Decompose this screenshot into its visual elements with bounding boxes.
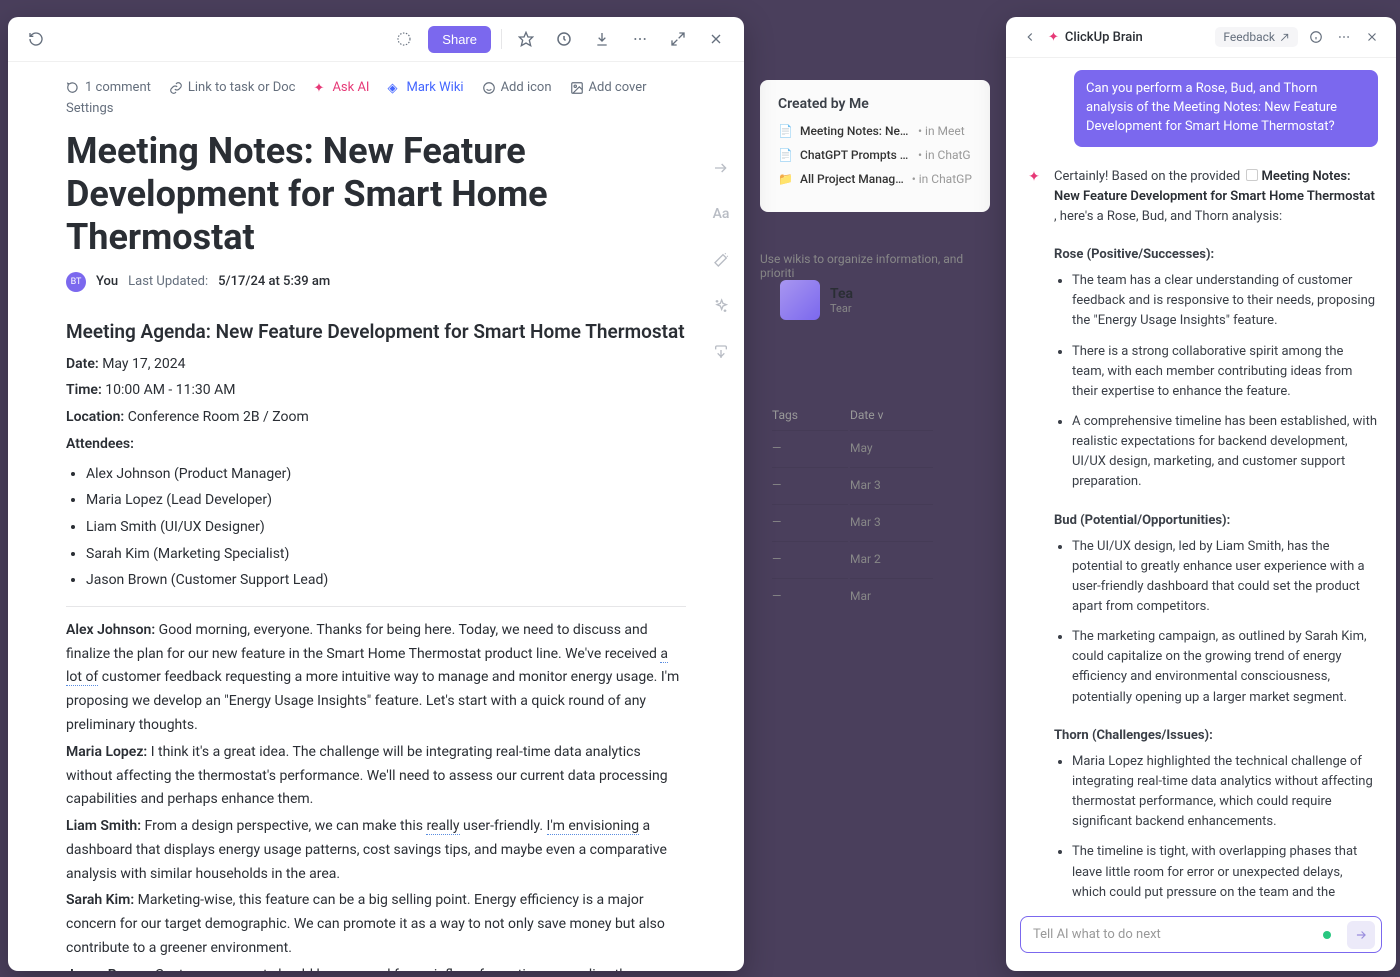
last-updated-label: Last Updated: [128,274,208,289]
list-item: The marketing campaign, as outlined by S… [1072,627,1378,708]
ai-title: ✦ ClickUp Brain [1048,30,1207,45]
list-item: The timeline is tight, with overlapping … [1072,842,1378,906]
close-icon[interactable] [702,25,730,53]
transcript-line: Sarah Kim: Marketing-wise, this feature … [66,889,686,960]
doc-toolbar: Share [8,17,744,62]
created-by-me-card: Created by Me 📄 Meeting Notes: New… • in… [760,80,990,212]
hero-thumbnail [780,280,820,320]
recent-doc-item[interactable]: 📄 Meeting Notes: New… • in Meet [778,124,972,138]
mark-wiki-button[interactable]: ◈ Mark Wiki [387,80,463,95]
ai-activity-icon[interactable] [390,25,418,53]
list-item: Maria Lopez highlighted the technical ch… [1072,752,1378,833]
more-icon[interactable] [626,25,654,53]
author-name: You [96,274,118,289]
transcript-line: Jason Brown: Customer support should be … [66,964,686,971]
attendee-item: Alex Johnson (Product Manager) [86,461,686,488]
created-by-me-title: Created by Me [778,96,972,112]
recent-doc-item[interactable]: 📁 All Project Manag… • in ChatGP [778,172,972,186]
ai-message: ✦ Certainly! Based on the provided Meeti… [1024,167,1378,906]
send-button[interactable] [1347,921,1375,949]
thorn-list: Maria Lopez highlighted the technical ch… [1072,752,1378,906]
avatar[interactable]: BT [66,272,86,292]
ai-header: ✦ ClickUp Brain Feedback [1006,17,1396,58]
doc-scroll[interactable]: 1 comment Link to task or Doc ✦ Ask AI ◈… [8,62,744,971]
sparkle-icon: ✦ [1028,169,1040,906]
ask-ai-button[interactable]: ✦ Ask AI [313,80,369,95]
smile-icon [482,81,496,95]
status-dot [1323,931,1331,939]
ai-input[interactable]: Tell AI what to do next [1020,916,1382,953]
back-icon[interactable] [1020,27,1040,47]
attendee-item: Sarah Kim (Marketing Specialist) [86,541,686,568]
transcript-line: Maria Lopez: I think it's a great idea. … [66,741,686,812]
ai-body[interactable]: Can you perform a Rose, Bud, and Thorn a… [1006,58,1396,906]
download-icon[interactable] [588,25,616,53]
list-item: The UI/UX design, led by Liam Smith, has… [1072,537,1378,618]
agenda-heading: Meeting Agenda: New Feature Development … [66,320,686,343]
document-panel: Share 1 comment Link to ta [8,17,744,971]
info-icon[interactable] [1306,27,1326,47]
sparkle-icon: ✦ [313,81,327,95]
transcript-line: Alex Johnson: Good morning, everyone. Th… [66,619,686,738]
comment-icon [66,81,80,95]
close-icon[interactable] [1362,27,1382,47]
add-cover-button[interactable]: Add cover [570,80,647,95]
add-icon-button[interactable]: Add icon [482,80,552,95]
background-workspace: Created by Me 📄 Meeting Notes: New… • in… [760,80,990,280]
more-icon[interactable] [1334,27,1354,47]
ai-input-wrap: Tell AI what to do next [1006,906,1396,971]
doc-body[interactable]: Meeting Agenda: New Feature Development … [66,320,686,971]
refresh-icon[interactable] [22,25,50,53]
doc-icon: 📄 [778,148,792,162]
link-task-button[interactable]: Link to task or Doc [169,80,296,95]
export-icon[interactable] [710,341,732,363]
user-message: Can you perform a Rose, Bud, and Thorn a… [1074,70,1378,147]
collapse-icon[interactable] [710,157,732,179]
settings-button[interactable]: Settings [66,101,113,116]
list-item: The team has a clear understanding of cu… [1072,271,1378,331]
bud-list: The UI/UX design, led by Liam Smith, has… [1072,537,1378,708]
doc-chip-icon [1246,169,1258,181]
divider [66,606,686,607]
comments-link[interactable]: 1 comment [66,80,151,95]
share-button[interactable]: Share [428,26,491,53]
transcript-line: Liam Smith: From a design perspective, w… [66,815,686,886]
background-hero: Tea Tear [780,270,980,330]
wiki-icon: ◈ [387,81,401,95]
rose-heading: Rose (Positive/Successes): [1054,245,1378,265]
thorn-heading: Thorn (Challenges/Issues): [1054,726,1378,746]
attendee-item: Jason Brown (Customer Support Lead) [86,567,686,594]
bud-heading: Bud (Potential/Opportunities): [1054,511,1378,531]
divider [501,29,502,49]
sparkle-icon: ✦ [1048,30,1059,45]
magic-wand-icon[interactable] [710,249,732,271]
enhance-icon[interactable] [710,295,732,317]
list-item: A comprehensive timeline has been establ… [1072,412,1378,493]
doc-meta-row: 1 comment Link to task or Doc ✦ Ask AI ◈… [66,80,686,95]
attendee-item: Maria Lopez (Lead Developer) [86,487,686,514]
link-icon [169,81,183,95]
attendees-list: Alex Johnson (Product Manager) Maria Lop… [86,461,686,594]
star-icon[interactable] [512,25,540,53]
ai-panel: ✦ ClickUp Brain Feedback Can you perform… [1006,17,1396,971]
rose-list: The team has a clear understanding of cu… [1072,271,1378,492]
author-row: BT You Last Updated: 5/17/24 at 5:39 am [66,272,686,292]
folder-icon: 📁 [778,172,792,186]
subscribe-icon[interactable] [550,25,578,53]
ai-input-placeholder: Tell AI what to do next [1033,927,1161,942]
attendee-item: Liam Smith (UI/UX Designer) [86,514,686,541]
doc-icon: 📄 [778,124,792,138]
doc-title[interactable]: Meeting Notes: New Feature Development f… [66,130,686,260]
background-table: TagsDate v —May —Mar 3 —Mar 3 —Mar 2 —Ma… [770,400,935,615]
image-icon [570,81,584,95]
expand-icon[interactable] [664,25,692,53]
feedback-button[interactable]: Feedback [1215,27,1298,47]
text-style-icon[interactable]: Aa [710,203,732,225]
list-item: There is a strong collaborative spirit a… [1072,342,1378,402]
last-updated-value: 5/17/24 at 5:39 am [218,274,330,289]
doc-side-rail: Aa [710,157,732,363]
recent-doc-item[interactable]: 📄 ChatGPT Prompts fo… • in ChatG [778,148,972,162]
